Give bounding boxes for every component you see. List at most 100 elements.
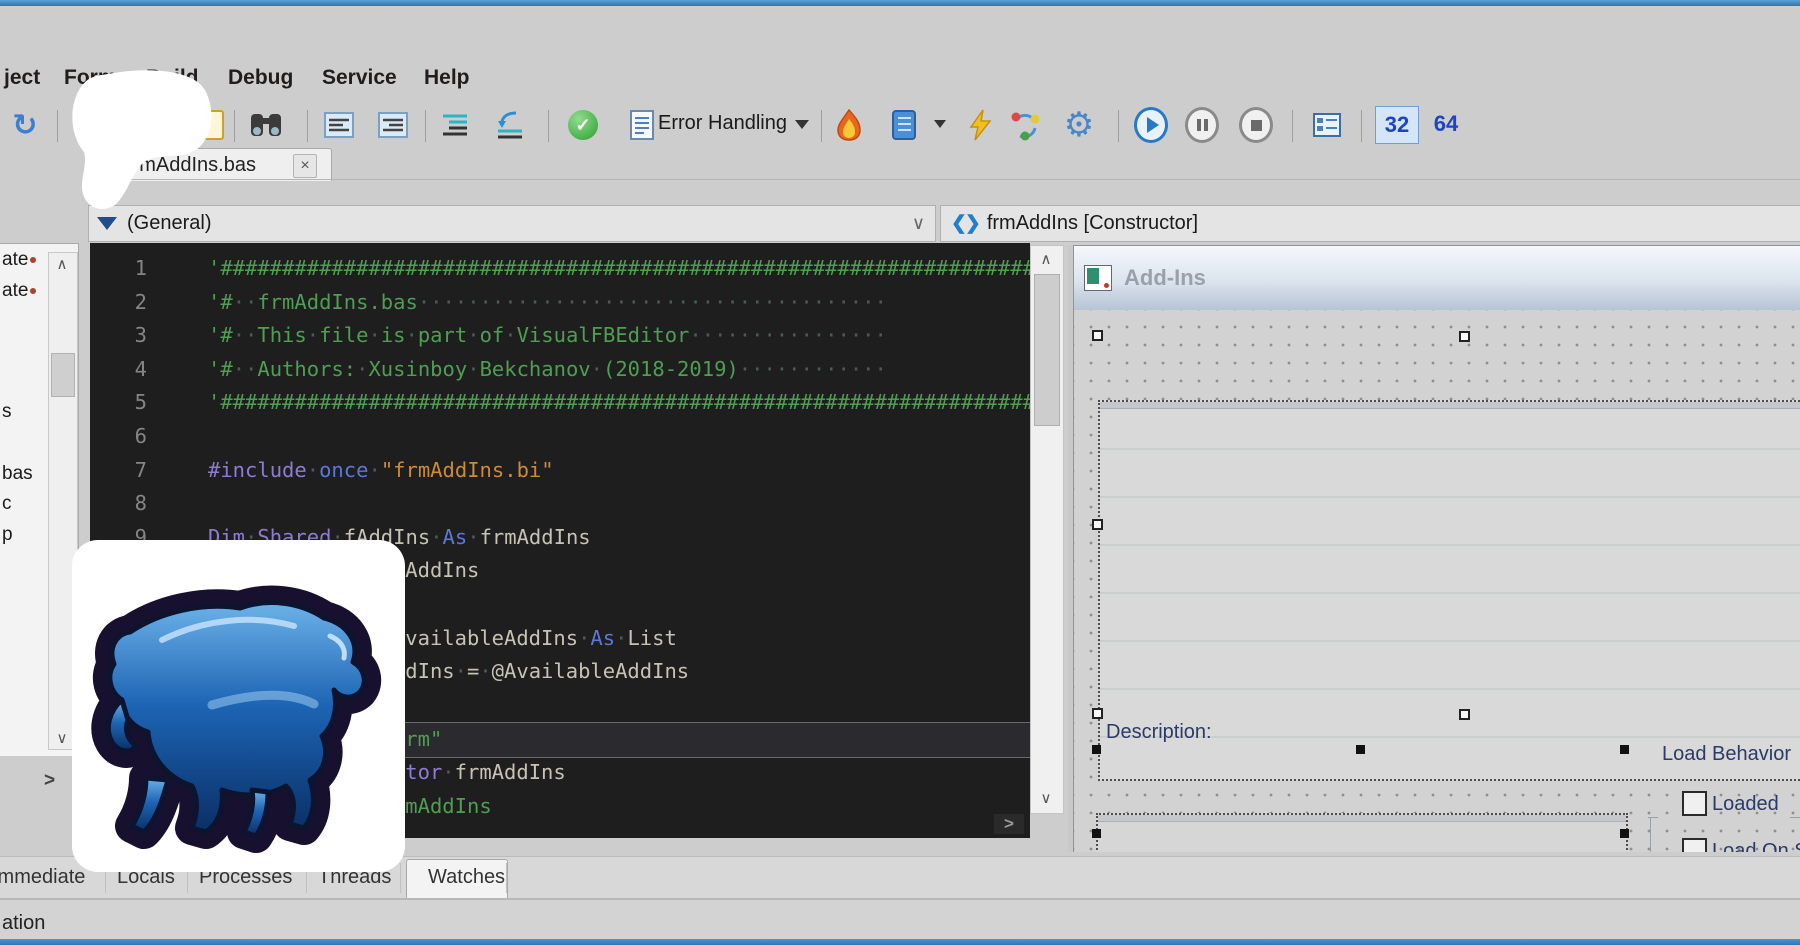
scrollbar-thumb[interactable]: [1034, 274, 1060, 426]
align-right-icon[interactable]: [376, 108, 410, 142]
code-line-6[interactable]: 6: [90, 420, 1030, 454]
run-icon[interactable]: [1134, 108, 1168, 142]
code-text: tor·frmAddIns: [405, 756, 565, 790]
tree-scrollbar[interactable]: ∧ ∨: [48, 252, 78, 750]
load-on-startup-checkbox[interactable]: [1682, 838, 1707, 852]
code-line-15[interactable]: 15rm": [90, 722, 1030, 758]
chevron-down-icon: ∨: [912, 213, 925, 234]
selection-handle-black[interactable]: [1092, 829, 1101, 838]
menu-item-service[interactable]: Service: [322, 66, 397, 90]
tree-item-fragment[interactable]: ate: [2, 249, 36, 271]
code-line-14[interactable]: 14: [90, 689, 1030, 723]
scroll-up-icon[interactable]: ∧: [49, 253, 75, 275]
code-line-12[interactable]: 12vailableAddIns·As·List: [90, 622, 1030, 656]
load-behavior-group-label: Load Behavior: [1662, 743, 1791, 766]
form-canvas-grid[interactable]: Description: Load Behavior Loaded Load O…: [1074, 310, 1800, 852]
chevron-down-icon[interactable]: [795, 120, 809, 129]
tab-close-icon[interactable]: ×: [293, 154, 317, 178]
window-bottom-edge: [0, 939, 1800, 945]
menu-item-ject[interactable]: ject: [4, 66, 40, 90]
code-line-4[interactable]: 4'#··Authors:·Xusinboy·Bekchanov·(2018-2…: [90, 353, 1030, 387]
code-text: '#··frmAddIns.bas·······················…: [208, 286, 887, 320]
code-line-2[interactable]: 2'#··frmAddIns.bas······················…: [90, 286, 1030, 320]
quick-run-icon[interactable]: [963, 108, 997, 142]
save-icon[interactable]: [192, 108, 226, 142]
code-text: '#··Authors:·Xusinboy·Bekchanov·(2018-20…: [208, 353, 887, 387]
selection-handle-black[interactable]: [1620, 745, 1629, 754]
code-line-16[interactable]: 16 tor·frmAddIns: [90, 756, 1030, 790]
load-on-startup-checkbox-label[interactable]: Load On Startup: [1712, 840, 1800, 852]
member-dropdown[interactable]: ❮❯ frmAddIns [Constructor]: [940, 205, 1800, 242]
tree-item-fragment[interactable]: bas: [2, 463, 33, 485]
toolbar-separator: [1292, 110, 1293, 142]
settings-gear-icon[interactable]: ⚙: [1062, 108, 1096, 142]
line-number: 16: [90, 756, 147, 790]
indent-icon[interactable]: [438, 108, 472, 142]
loaded-checkbox-label[interactable]: Loaded: [1712, 793, 1779, 816]
code-line-5[interactable]: 5'######################################…: [90, 386, 1030, 420]
tree-item-fragment[interactable]: c: [2, 493, 12, 515]
script-icon[interactable]: [888, 108, 922, 142]
dock-tab-processes[interactable]: Processes: [199, 866, 292, 889]
menu-item-form[interactable]: Form: [64, 66, 117, 90]
align-left-icon[interactable]: [322, 108, 356, 142]
loaded-checkbox[interactable]: [1682, 791, 1707, 816]
menu-item-help[interactable]: Help: [424, 66, 470, 90]
dock-tab-watches[interactable]: Watches: [428, 866, 505, 889]
tree-item-fragment[interactable]: p: [2, 524, 13, 546]
designed-form-window[interactable]: Add-Ins Description:: [1073, 245, 1800, 852]
code-line-11[interactable]: 11: [90, 588, 1030, 622]
editor-vertical-scrollbar[interactable]: ∧ ∨: [1030, 245, 1064, 814]
dock-tab-separator: [105, 863, 106, 893]
selection-handle[interactable]: [1459, 331, 1470, 342]
form-view-icon[interactable]: [1310, 108, 1344, 142]
stop-icon[interactable]: [1239, 108, 1273, 142]
menu-item-build[interactable]: Build: [146, 66, 199, 90]
selection-handle[interactable]: [1092, 519, 1103, 530]
scroll-down-icon[interactable]: ∨: [1033, 787, 1059, 809]
code-line-13[interactable]: 13dIns·=·@AvailableAddIns: [90, 655, 1030, 689]
code-editor[interactable]: > 1'####################################…: [90, 243, 1030, 838]
code-line-17[interactable]: 17mAddIns: [90, 790, 1030, 824]
code-line-3[interactable]: 3'#··This·file·is·part·of·VisualFBEditor…: [90, 319, 1030, 353]
scope-dropdown[interactable]: (General) ∨: [88, 205, 936, 242]
line-number: 17: [90, 790, 147, 824]
rebuild-icon[interactable]: [1008, 108, 1042, 142]
file-dot-icon: [30, 257, 36, 263]
dock-tab-threads[interactable]: Threads: [318, 866, 391, 889]
chevron-down-icon[interactable]: [934, 120, 946, 128]
line-number: 1: [90, 252, 147, 286]
selection-handle-black[interactable]: [1356, 745, 1365, 754]
code-line-7[interactable]: 7#include·once·"frmAddIns.bi": [90, 454, 1030, 488]
menu-item-debug[interactable]: Debug: [228, 66, 293, 90]
selection-handle-black[interactable]: [1620, 829, 1629, 838]
selection-handle[interactable]: [1092, 330, 1103, 341]
syntax-check-icon[interactable]: ✓: [566, 108, 600, 142]
auto-indent-icon[interactable]: [492, 108, 526, 142]
scroll-down-icon[interactable]: ∨: [49, 727, 75, 749]
error-handling-doc-icon[interactable]: [625, 108, 659, 142]
compile-32bit-button[interactable]: 32: [1375, 106, 1419, 144]
code-line-10[interactable]: 10fAddIns: [90, 554, 1030, 588]
search-binoculars-icon[interactable]: [249, 108, 283, 142]
selection-handle[interactable]: [1459, 709, 1470, 720]
scroll-up-icon[interactable]: ∧: [1033, 248, 1059, 270]
scrollbar-thumb[interactable]: [51, 353, 75, 397]
tree-item-fragment[interactable]: s: [2, 401, 12, 423]
error-handling-dropdown[interactable]: Error Handling: [658, 112, 787, 135]
tree-scroll-right-icon[interactable]: >: [44, 770, 55, 792]
flame-icon[interactable]: [832, 108, 866, 142]
description-listbox-control[interactable]: [1096, 813, 1628, 852]
code-line-9[interactable]: 9Dim·Shared·fAddIns·As·frmAddIns: [90, 521, 1030, 555]
selection-handle-black[interactable]: [1092, 745, 1101, 754]
compile-64bit-button[interactable]: 64: [1425, 106, 1467, 142]
code-line-1[interactable]: 1'######################################…: [90, 252, 1030, 286]
dock-tab-immediate[interactable]: Immediate: [0, 866, 85, 889]
tab-frmaddins-bas[interactable]: frmAddIns.bas ×: [96, 148, 332, 181]
dock-tab-locals[interactable]: Locals: [117, 866, 175, 889]
pause-icon[interactable]: [1185, 108, 1219, 142]
tree-item-fragment[interactable]: ate: [2, 280, 36, 302]
selection-handle[interactable]: [1092, 708, 1103, 719]
code-line-8[interactable]: 8: [90, 487, 1030, 521]
redo-icon[interactable]: ↻: [8, 108, 42, 142]
